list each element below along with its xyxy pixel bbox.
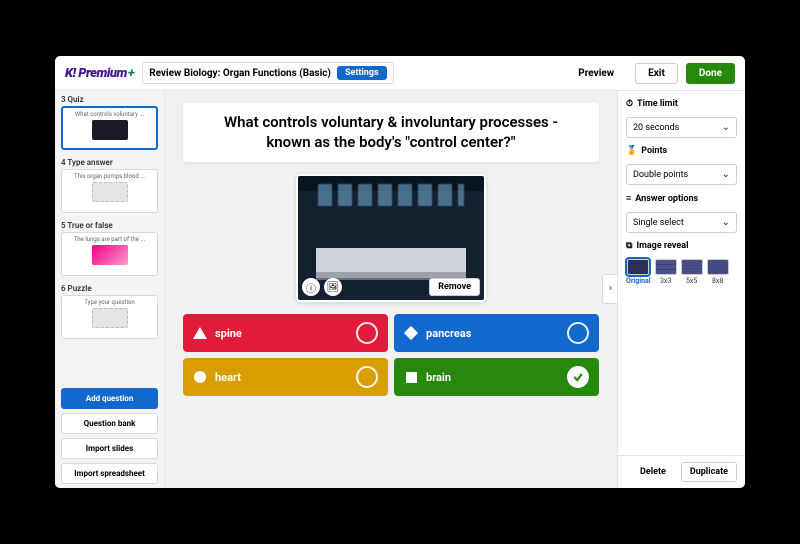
answer-label: pancreas [426, 327, 559, 340]
answer-option[interactable]: pancreas [394, 314, 599, 352]
answer-label: heart [215, 371, 348, 384]
slide-thumb-header: 4 Type answer [61, 158, 158, 167]
slide-thumb-card: The lungs are part of the ... [61, 232, 158, 276]
cir-shape-icon [193, 370, 207, 384]
slide-thumb-title: This organ pumps blood ... [65, 173, 154, 180]
question-text[interactable]: What controls voluntary & involuntary pr… [183, 103, 599, 162]
correct-toggle[interactable] [356, 322, 378, 344]
reveal-option-label: 8x8 [712, 277, 723, 285]
reveal-swatch [707, 259, 729, 275]
logo-text: K! Premium [65, 66, 127, 81]
answer-options-label: ≡Answer options [626, 193, 737, 204]
trophy-icon: 🏅 [626, 146, 637, 156]
answer-option[interactable]: heart [183, 358, 388, 396]
settings-pane: ⏱Time limit 20 seconds⌄ 🏅Points Double p… [617, 91, 745, 488]
question-bank-button[interactable]: Question bank [61, 413, 158, 434]
reveal-swatch [681, 259, 703, 275]
slide-thumbnails[interactable]: 3 Quiz What controls voluntary ... 4 Type … [55, 91, 164, 384]
correct-toggle[interactable] [356, 366, 378, 388]
image-reveal-label: ⧉Image reveal [626, 241, 737, 251]
reveal-swatch [655, 259, 677, 275]
image-toolbar: ⓘ 🖼 [302, 278, 342, 296]
time-limit-select[interactable]: 20 seconds⌄ [626, 117, 737, 138]
image-credits-icon[interactable]: ⓘ [302, 278, 320, 296]
slide-thumb-card: What controls voluntary ... [61, 106, 158, 150]
import-slides-button[interactable]: Import slides [61, 438, 158, 459]
sq-shape-icon [404, 370, 418, 384]
top-bar: K! Premium+ Review Biology: Organ Functi… [55, 56, 745, 91]
reveal-swatch [627, 259, 649, 275]
settings-button[interactable]: Settings [337, 66, 387, 80]
slide-thumb-image [92, 182, 128, 202]
image-library-icon[interactable]: 🖼 [324, 278, 342, 296]
import-spreadsheet-button[interactable]: Import spreadsheet [61, 463, 158, 484]
answer-options-select[interactable]: Single select⌄ [626, 212, 737, 233]
slide-thumb[interactable]: 5 True or false The lungs are part of the… [61, 221, 158, 276]
slide-thumb[interactable]: 6 Puzzle Type your question [61, 284, 158, 339]
slide-thumb-title: Type your question [65, 299, 154, 306]
dia-shape-icon [404, 326, 418, 340]
reveal-option-label: Original [626, 277, 651, 285]
image-reveal-options: Original 3x3 5x5 8x8 [626, 259, 737, 285]
clock-icon: ⏱ [626, 99, 633, 109]
image-reveal-option[interactable]: 8x8 [707, 259, 729, 285]
answer-option[interactable]: brain [394, 358, 599, 396]
slide-thumb-title: What controls voluntary ... [66, 111, 153, 118]
slide-thumb-header: 6 Puzzle [61, 284, 158, 293]
answer-label: brain [426, 371, 559, 384]
logo-plus: + [128, 66, 134, 81]
reveal-icon: ⧉ [626, 241, 632, 251]
add-question-button[interactable]: Add question [61, 388, 158, 409]
app-window: K! Premium+ Review Biology: Organ Functi… [55, 56, 745, 488]
delete-question-button[interactable]: Delete [631, 462, 675, 482]
settings-footer: Delete Duplicate [618, 455, 745, 488]
main-body: 3 Quiz What controls voluntary ... 4 Type … [55, 91, 745, 488]
correct-toggle[interactable] [567, 322, 589, 344]
question-image-wrap: ⓘ 🖼 Remove [296, 174, 486, 302]
correct-toggle[interactable] [567, 366, 589, 388]
duplicate-question-button[interactable]: Duplicate [681, 462, 737, 482]
chevron-down-icon: ⌄ [722, 217, 730, 228]
remove-image-button[interactable]: Remove [429, 278, 480, 296]
question-editor: What controls voluntary & involuntary pr… [165, 91, 617, 488]
slide-thumb[interactable]: 4 Type answer This organ pumps blood ... [61, 158, 158, 213]
points-select[interactable]: Double points⌄ [626, 164, 737, 185]
chevron-down-icon: ⌄ [722, 169, 730, 180]
answer-label: spine [215, 327, 348, 340]
settings-body: ⏱Time limit 20 seconds⌄ 🏅Points Double p… [618, 91, 745, 455]
kahoot-title: Review Biology: Organ Functions (Basic) [149, 68, 331, 79]
sidebar-actions: Add question Question bank Import slides… [55, 384, 164, 488]
done-button[interactable]: Done [686, 63, 735, 84]
slide-thumb-header: 5 True or false [61, 221, 158, 230]
kahoot-title-container[interactable]: Review Biology: Organ Functions (Basic) … [142, 62, 393, 84]
slide-thumb-card: Type your question [61, 295, 158, 339]
reveal-option-label: 5x5 [686, 277, 697, 285]
preview-button[interactable]: Preview [565, 63, 627, 84]
slide-thumb-image [92, 245, 128, 265]
chevron-down-icon: ⌄ [722, 122, 730, 133]
points-label: 🏅Points [626, 146, 737, 156]
answers-grid: spine pancreas heart brain [183, 314, 599, 396]
reveal-option-label: 3x3 [660, 277, 671, 285]
list-icon: ≡ [626, 193, 631, 204]
slide-thumb[interactable]: 3 Quiz What controls voluntary ... [61, 95, 158, 150]
slide-thumb-image [92, 120, 128, 140]
slide-thumb-header: 3 Quiz [61, 95, 158, 104]
image-reveal-option[interactable]: 3x3 [655, 259, 677, 285]
answer-option[interactable]: spine [183, 314, 388, 352]
slide-thumb-card: This organ pumps blood ... [61, 169, 158, 213]
slide-thumb-image [92, 308, 128, 328]
slide-sidebar: 3 Quiz What controls voluntary ... 4 Type … [55, 91, 165, 488]
time-limit-label: ⏱Time limit [626, 99, 737, 109]
brand-logo: K! Premium+ [65, 66, 134, 81]
image-reveal-option[interactable]: 5x5 [681, 259, 703, 285]
tri-shape-icon [193, 326, 207, 340]
exit-button[interactable]: Exit [635, 63, 678, 84]
image-reveal-option[interactable]: Original [626, 259, 651, 285]
slide-thumb-title: The lungs are part of the ... [65, 236, 154, 243]
collapse-right-pane-toggle[interactable]: › [602, 274, 617, 304]
